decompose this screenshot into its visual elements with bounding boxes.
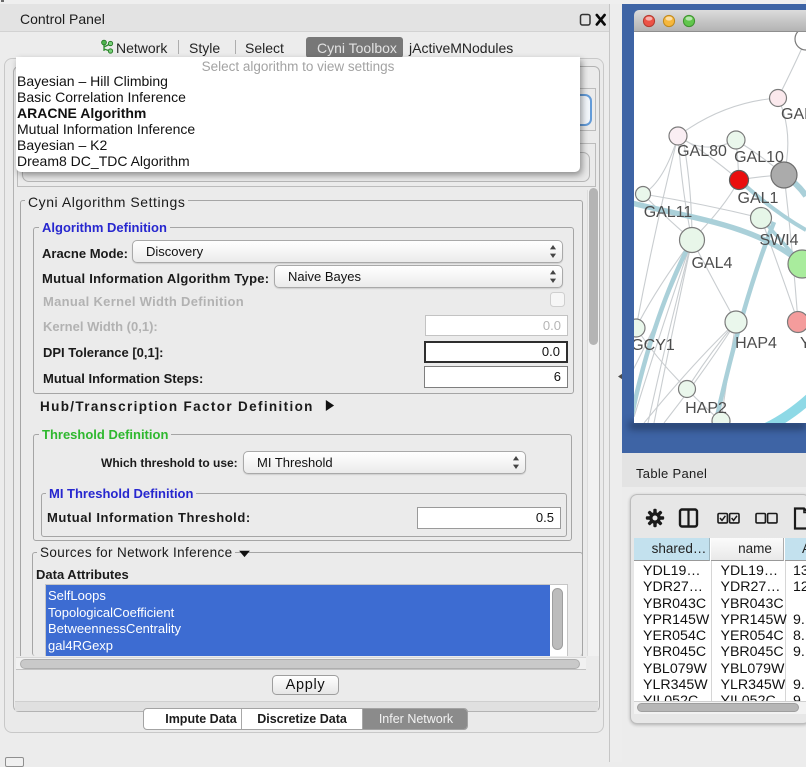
svg-text:GAL80: GAL80 [677,143,727,160]
svg-text:SWI4: SWI4 [759,232,798,249]
svg-text:GAL10: GAL10 [734,149,784,166]
svg-text:HAP2: HAP2 [685,400,727,417]
svg-text:Y: Y [800,335,806,352]
svg-text:GAL11: GAL11 [644,204,693,221]
svg-text:GAL4: GAL4 [692,255,733,272]
svg-text:GCY1: GCY1 [634,337,675,354]
svg-text:GAL: GAL [781,106,806,123]
svg-text:GAL1: GAL1 [738,190,779,207]
svg-text:HAP4: HAP4 [735,335,777,352]
